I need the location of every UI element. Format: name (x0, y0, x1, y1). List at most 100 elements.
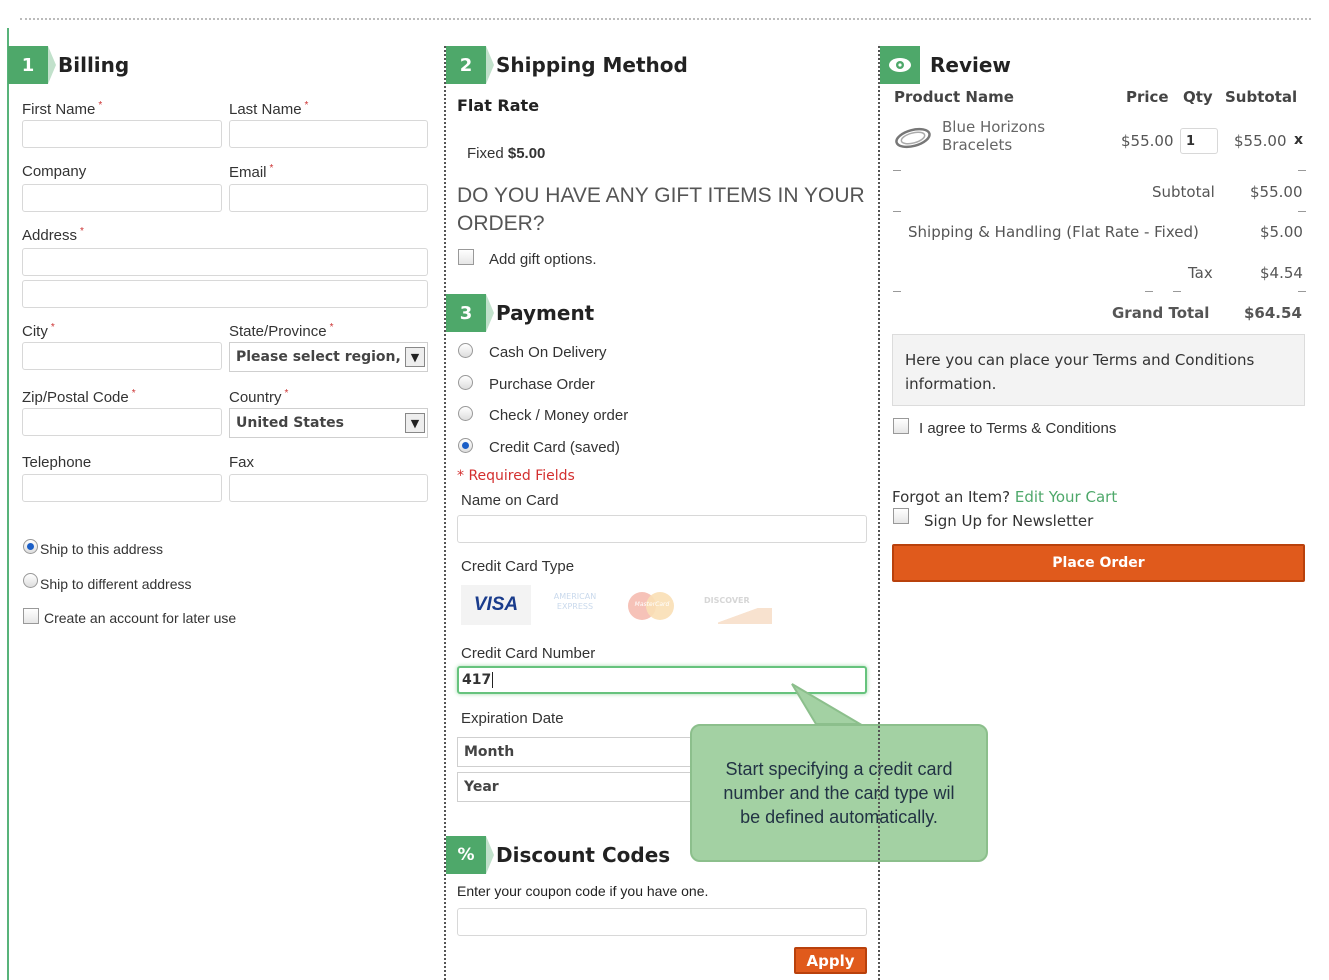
divider (1298, 170, 1306, 171)
email-input[interactable] (229, 184, 428, 212)
address-line-2-input[interactable] (22, 280, 428, 308)
gift-question: DO YOU HAVE ANY GIFT ITEMS IN YOUR ORDER… (457, 184, 865, 235)
state-select-value: Please select region, (236, 349, 401, 365)
remove-item-icon[interactable]: x (1294, 132, 1303, 148)
state-label: State/Province * (229, 322, 334, 340)
billing-title: Billing (58, 53, 130, 77)
amex-logo: AMERICAN EXPRESS (553, 592, 597, 611)
review-title: Review (930, 53, 1011, 77)
tax-value: $4.54 (1260, 264, 1303, 282)
cart-item-price: $55.00 (1121, 132, 1174, 150)
telephone-label: Telephone (22, 454, 92, 471)
payment-option-cod-radio[interactable] (458, 343, 473, 358)
payment-option-check-radio[interactable] (458, 406, 473, 421)
col-subtotal: Subtotal (1225, 88, 1298, 106)
mastercard-logo: MasterCard (628, 590, 676, 620)
billing-header: 1 Billing (8, 46, 436, 84)
chevron-down-icon: ▼ (405, 347, 425, 367)
chevron-down-icon: ▼ (405, 413, 425, 433)
payment-option-po-radio[interactable] (458, 375, 473, 390)
tooltip-pointer (791, 683, 864, 725)
ship-different-radio[interactable] (23, 573, 38, 588)
divider (893, 170, 901, 171)
discount-title: Discount Codes (496, 843, 671, 867)
telephone-input[interactable] (22, 474, 222, 502)
create-account-checkbox[interactable] (23, 608, 39, 624)
zip-input[interactable] (22, 408, 222, 436)
terms-box: Here you can place your Terms and Condit… (892, 334, 1305, 406)
payment-title: Payment (496, 301, 595, 325)
forgot-item-row: Forgot an Item? Edit Your Cart (892, 488, 1118, 506)
city-label: City * (22, 322, 55, 340)
subtotal-label: Subtotal (1152, 183, 1215, 201)
payment-header: 3 Payment (446, 294, 594, 332)
col-qty: Qty (1183, 88, 1213, 106)
expiration-year-select[interactable]: Year (457, 772, 697, 802)
state-select[interactable]: Please select region, ▼ (229, 342, 428, 372)
shipping-method-name: Flat Rate (457, 96, 540, 115)
divider (1173, 291, 1181, 292)
first-name-input[interactable] (22, 120, 222, 148)
newsletter-checkbox[interactable] (893, 508, 909, 524)
company-input[interactable] (22, 184, 222, 212)
agree-terms-checkbox[interactable] (893, 418, 909, 434)
discover-logo: DISCOVER (704, 596, 772, 626)
expiration-month-select[interactable]: Month (457, 737, 697, 767)
expiration-label: Expiration Date (461, 710, 564, 727)
shipping-handling-value: $5.00 (1260, 223, 1303, 241)
name-on-card-input[interactable] (457, 515, 867, 543)
cart-item-qty-input[interactable]: 1 (1180, 128, 1218, 154)
divider (1298, 291, 1306, 292)
agree-terms-label: I agree to Terms & Conditions (919, 420, 1117, 437)
card-number-label: Credit Card Number (461, 645, 596, 662)
required-fields-note: * Required Fields (457, 468, 575, 484)
fax-label: Fax (229, 454, 255, 471)
cart-item-subtotal: $55.00 (1234, 132, 1287, 150)
address-line-1-input[interactable] (22, 248, 428, 276)
payment-option-po: Purchase Order (489, 376, 595, 393)
last-name-input[interactable] (229, 120, 428, 148)
grand-total-value: $64.54 (1244, 304, 1302, 322)
discount-icon: % (446, 836, 494, 874)
discount-hint: Enter your coupon code if you have one. (457, 883, 709, 899)
card-type-label: Credit Card Type (461, 558, 575, 575)
coupon-input[interactable] (457, 908, 867, 936)
company-label: Company (22, 163, 87, 180)
col-price: Price (1126, 88, 1169, 106)
create-account-label: Create an account for later use (44, 610, 237, 626)
payment-option-cod: Cash On Delivery (489, 344, 607, 361)
gift-options-label: Add gift options. (489, 251, 597, 268)
cart-item-name[interactable]: Blue Horizons Bracelets (942, 118, 1072, 154)
ship-same-radio[interactable] (23, 539, 38, 554)
address-label: Address * (22, 226, 84, 244)
payment-option-check: Check / Money order (489, 407, 629, 424)
first-name-label: First Name * (22, 100, 103, 118)
ship-different-label: Ship to different address (40, 576, 192, 592)
divider (893, 211, 901, 212)
tax-label: Tax (1188, 264, 1213, 282)
city-input[interactable] (22, 342, 222, 370)
eye-icon (880, 46, 920, 84)
country-select[interactable]: United States ▼ (229, 408, 428, 438)
divider (893, 291, 901, 292)
ship-same-label: Ship to this address (40, 541, 163, 557)
fax-input[interactable] (229, 474, 428, 502)
divider (1298, 211, 1306, 212)
shipping-fixed-rate: Fixed $5.00 (467, 145, 546, 162)
shipping-handling-label: Shipping & Handling (Flat Rate - Fixed) (908, 223, 1199, 241)
newsletter-label: Sign Up for Newsletter (924, 512, 1094, 530)
zip-label: Zip/Postal Code * (22, 388, 136, 406)
place-order-button[interactable]: Place Order (892, 544, 1305, 582)
step-number-2: 2 (446, 46, 494, 84)
top-divider (20, 18, 1311, 20)
discount-header: % Discount Codes (446, 836, 670, 874)
apply-coupon-button[interactable]: Apply (794, 947, 867, 974)
gift-options-checkbox[interactable] (458, 249, 474, 265)
edit-cart-link[interactable]: Edit Your Cart (1015, 488, 1117, 506)
name-on-card-label: Name on Card (461, 492, 559, 509)
email-label: Email * (229, 163, 274, 181)
shipping-title: Shipping Method (496, 53, 688, 77)
country-label: Country * (229, 388, 289, 406)
divider (1145, 291, 1153, 292)
payment-option-cc-radio[interactable] (458, 438, 473, 453)
